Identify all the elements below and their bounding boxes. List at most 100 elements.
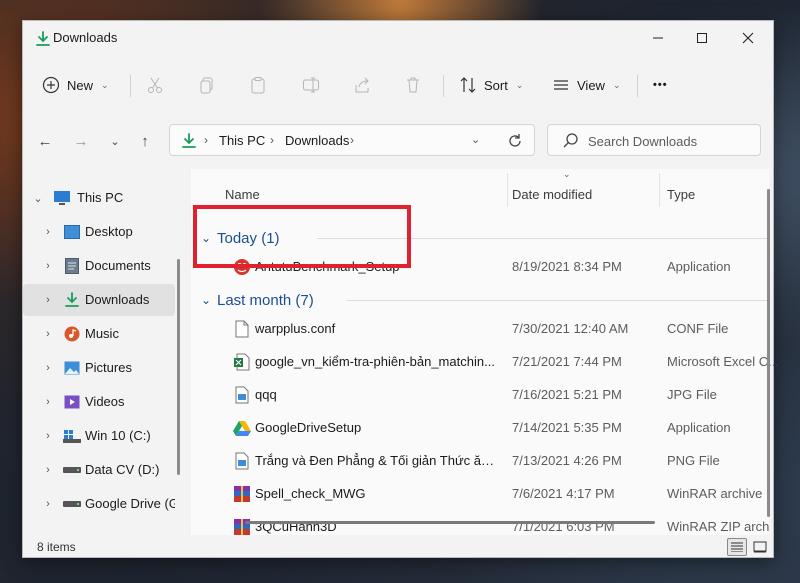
column-header-type[interactable]: Type (667, 179, 695, 209)
new-button[interactable]: New ⌄ (41, 65, 109, 105)
maximize-button[interactable] (679, 21, 725, 55)
file-row[interactable]: Spell_check_MWG 7/6/2021 4:17 PM WinRAR … (191, 478, 769, 511)
vertical-scrollbar[interactable] (767, 189, 770, 517)
image-icon (233, 452, 251, 470)
file-name: GoogleDriveSetup (255, 420, 362, 435)
sidebar-item-label: Videos (85, 394, 125, 409)
chevron-down-icon: ⌄ (515, 79, 524, 90)
windows-drive-icon (63, 427, 81, 445)
music-icon (63, 325, 81, 343)
breadcrumb-downloads[interactable]: Downloads (285, 133, 349, 148)
file-row[interactable]: Trắng và Đen Phẳng & Tối giản Thức ăn ..… (191, 445, 769, 478)
scissors-icon (145, 75, 165, 95)
close-button[interactable] (725, 21, 771, 55)
horizontal-scrollbar[interactable] (245, 521, 655, 524)
sidebar-item-google-drive[interactable]: › Google Drive (G (23, 488, 175, 520)
view-list-icon (551, 75, 571, 95)
search-input[interactable] (588, 131, 756, 151)
search-icon (562, 132, 580, 150)
sidebar-item-downloads[interactable]: › Downloads (23, 284, 175, 316)
chevron-right-icon[interactable]: › (41, 464, 55, 476)
delete-button[interactable] (403, 65, 423, 105)
chevron-right-icon[interactable]: › (41, 260, 55, 272)
group-divider (347, 300, 767, 301)
chevron-right-icon[interactable]: › (41, 362, 55, 374)
sidebar-item-documents[interactable]: › Documents (23, 250, 175, 282)
copy-icon (197, 75, 217, 95)
sort-button[interactable]: Sort ⌄ (458, 65, 523, 105)
sidebar-item-desktop[interactable]: › Desktop (23, 216, 175, 248)
chevron-right-icon[interactable]: › (41, 226, 55, 238)
close-icon (742, 32, 754, 44)
file-type: Microsoft Excel C... (667, 354, 777, 369)
chevron-right-icon[interactable]: › (41, 328, 55, 340)
column-divider[interactable] (659, 173, 660, 207)
sidebar-item-videos[interactable]: › Videos (23, 386, 175, 418)
sidebar-item-this-pc[interactable]: ⌄ This PC (23, 182, 175, 214)
chevron-down-icon[interactable]: ⌄ (31, 192, 45, 205)
refresh-button[interactable] (504, 130, 526, 152)
sidebar-item-label: Data CV (D:) (85, 462, 160, 477)
minimize-button[interactable] (635, 21, 681, 55)
sidebar-item-pictures[interactable]: › Pictures (23, 352, 175, 384)
file-row[interactable]: warpplus.conf 7/30/2021 12:40 AM CONF Fi… (191, 313, 769, 346)
chevron-right-icon[interactable]: › (350, 133, 354, 147)
share-icon (352, 75, 372, 95)
view-button[interactable]: View ⌄ (551, 65, 621, 105)
file-date: 8/19/2021 8:34 PM (512, 259, 622, 274)
paste-button[interactable] (248, 65, 268, 105)
address-dropdown-icon[interactable]: ⌄ (471, 133, 480, 146)
file-row[interactable]: qqq 7/16/2021 5:21 PM JPG File (191, 379, 769, 412)
file-type: JPG File (667, 387, 717, 402)
chevron-right-icon[interactable]: › (41, 294, 55, 306)
maximize-icon (697, 33, 707, 43)
drive-icon (63, 495, 81, 513)
arrow-left-icon: ← (37, 132, 53, 150)
address-bar[interactable]: › This PC › Downloads › ⌄ (169, 124, 535, 156)
file-row[interactable]: google_vn_kiểm-tra-phiên-bản_matchin... … (191, 346, 777, 379)
toolbar-divider (130, 75, 131, 97)
chevron-down-icon: ⌄ (201, 293, 212, 307)
up-button[interactable]: ↑ (131, 127, 159, 155)
chevron-right-icon[interactable]: › (41, 498, 55, 510)
command-bar: New ⌄ Sort ⌄ View ⌄ ••• (23, 65, 773, 105)
sidebar-scrollbar[interactable] (177, 259, 180, 475)
sidebar-item-win10-drive[interactable]: › Win 10 (C:) (23, 420, 175, 452)
file-explorer-window: Downloads New ⌄ Sort ⌄ View ⌄ ••• ← → ⌄ … (22, 20, 777, 558)
file-type: PNG File (667, 453, 720, 468)
column-divider[interactable] (507, 173, 508, 207)
copy-button[interactable] (197, 65, 217, 105)
chevron-right-icon[interactable]: › (270, 133, 274, 147)
arrow-up-icon: ↑ (141, 132, 149, 150)
sidebar-item-label: Pictures (85, 360, 132, 375)
more-icon: ••• (653, 79, 668, 91)
large-icons-view-button[interactable] (750, 538, 770, 556)
chevron-right-icon[interactable]: › (41, 430, 55, 442)
column-header-date-modified[interactable]: Date modified (512, 179, 592, 209)
desktop-icon (63, 223, 81, 241)
share-button[interactable] (352, 65, 372, 105)
group-header-last-month[interactable]: ⌄ Last month (7) (201, 288, 314, 312)
file-date: 7/16/2021 5:21 PM (512, 387, 622, 402)
navigation-bar: ← → ⌄ ↑ › This PC › Downloads › ⌄ (23, 121, 773, 161)
clipboard-icon (248, 75, 268, 95)
sidebar-item-data-drive[interactable]: › Data CV (D:) (23, 454, 175, 486)
title-bar: Downloads (23, 21, 773, 57)
file-icon (233, 320, 251, 338)
breadcrumb-this-pc[interactable]: This PC (219, 133, 265, 148)
file-row[interactable]: GoogleDriveSetup 7/14/2021 5:35 PM Appli… (191, 412, 769, 445)
file-date: 7/30/2021 12:40 AM (512, 321, 629, 336)
view-label: View (577, 77, 605, 93)
recent-locations-button[interactable]: ⌄ (101, 127, 129, 155)
large-icons-view-icon (753, 541, 767, 553)
cut-button[interactable] (145, 65, 165, 105)
back-button[interactable]: ← (31, 127, 59, 155)
search-box[interactable] (547, 124, 761, 156)
sidebar-item-music[interactable]: › Music (23, 318, 175, 350)
rename-button[interactable] (301, 65, 321, 105)
more-options-button[interactable]: ••• (653, 65, 668, 105)
forward-button[interactable]: → (67, 127, 95, 155)
chevron-right-icon[interactable]: › (41, 396, 55, 408)
details-view-button[interactable] (727, 538, 747, 556)
image-icon (233, 386, 251, 404)
